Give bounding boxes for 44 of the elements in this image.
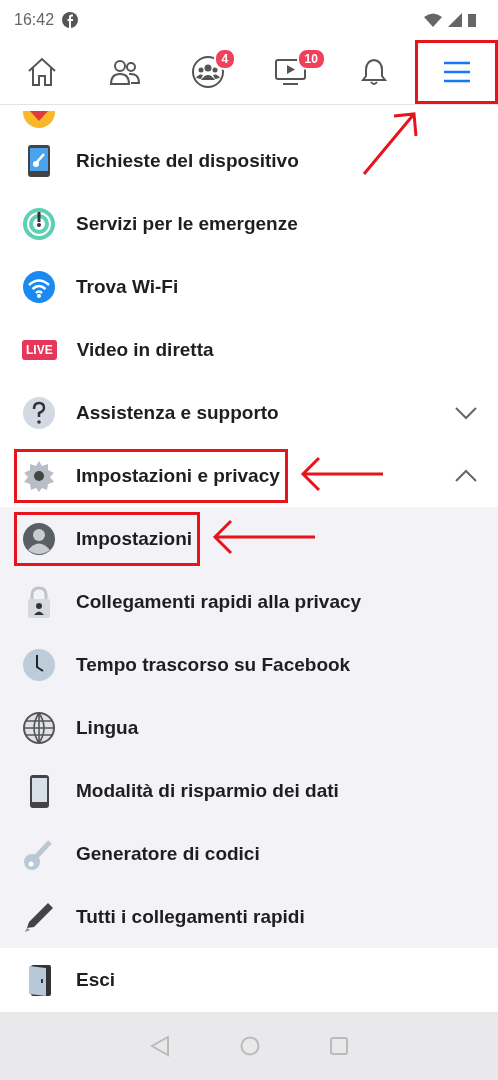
menu-item-label: Esci: [76, 968, 116, 991]
menu-item-label: Lingua: [76, 716, 139, 739]
menu-item[interactable]: Impostazioni: [0, 507, 498, 570]
menu-item[interactable]: Collegamenti rapidi alla privacy: [0, 570, 498, 633]
menu-item-label: Richieste del dispositivo: [76, 149, 299, 172]
live-icon: LIVE: [22, 339, 57, 360]
menu-item-label: Trova Wi-Fi: [76, 275, 179, 298]
battery-icon: [468, 13, 476, 27]
menu-item-label: Servizi per le emergenze: [76, 212, 298, 235]
avatar-icon: [22, 521, 56, 556]
menu-item[interactable]: Tutti i collegamenti rapidi: [0, 885, 498, 948]
menu-item-label: Generatore di codici: [76, 842, 260, 865]
chevron-down-icon[interactable]: [454, 405, 478, 420]
menu-icon: [442, 60, 471, 84]
heart-icon: [22, 111, 56, 129]
menu-item-label: Collegamenti rapidi alla privacy: [76, 590, 362, 613]
wifi-icon: [22, 269, 56, 304]
menu-item-label: Tempo trascorso su Facebook: [76, 653, 351, 676]
friends-icon: [108, 58, 141, 86]
globe-icon: [22, 710, 56, 745]
menu-item-label: Video in diretta: [76, 338, 214, 361]
nav-tab[interactable]: 4: [166, 40, 249, 104]
chevron-up-icon[interactable]: [454, 468, 478, 483]
bell-icon: [359, 57, 388, 87]
question-icon: [22, 395, 56, 430]
menu-item[interactable]: Generatore di codici: [0, 822, 498, 885]
clock-icon: [22, 647, 56, 682]
count-badge: 4: [213, 48, 237, 70]
menu-item[interactable]: Lingua: [0, 696, 498, 759]
menu-item-label: Tutti i collegamenti rapidi: [76, 905, 305, 928]
count-badge: 10: [296, 48, 326, 70]
cell-signal-icon: [448, 13, 462, 27]
nav-tab[interactable]: 10: [249, 40, 332, 104]
menu-item-label: Impostazioni e privacy: [76, 464, 280, 487]
status-time: 16:42: [14, 11, 55, 29]
alert-signal-icon: [22, 206, 56, 241]
menu-item-label: Modalità di risparmio dei dati: [76, 779, 339, 802]
menu-item[interactable]: Tempo trascorso su Facebook: [0, 633, 498, 696]
facebook-icon: [62, 12, 79, 28]
nav-tab[interactable]: [415, 40, 498, 104]
menu-item-label: Impostazioni: [76, 527, 193, 550]
wifi-signal-icon: [424, 13, 442, 27]
menu-item[interactable]: Modalità di risparmio dei dati: [0, 759, 498, 822]
menu-item-label: Assistenza e supporto: [76, 401, 279, 424]
